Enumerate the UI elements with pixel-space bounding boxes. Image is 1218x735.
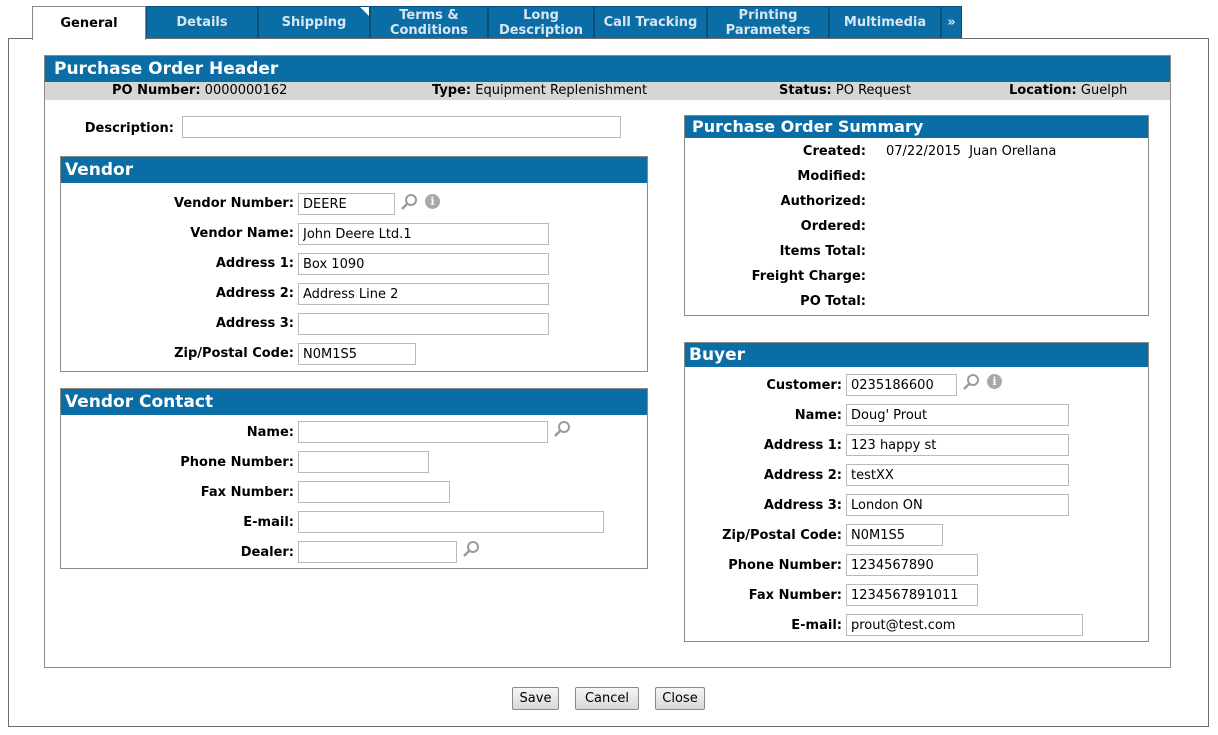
- buyer-email-label: E-mail:: [791, 618, 842, 633]
- summary-po-total-label: PO Total:: [800, 294, 866, 309]
- summary-items-total-label: Items Total:: [779, 244, 866, 259]
- tab-label: Multimedia: [843, 15, 927, 30]
- vendor-search-icon[interactable]: [400, 193, 418, 211]
- vendor-zip-input[interactable]: [298, 343, 416, 365]
- tab-label: Terms & Conditions: [389, 7, 469, 38]
- tab-label: Call Tracking: [603, 15, 698, 30]
- tab-call-tracking[interactable]: Call Tracking: [594, 6, 707, 38]
- contact-phone-label: Phone Number:: [180, 455, 294, 470]
- buyer-title: Buyer: [685, 343, 1148, 367]
- buyer-zip-label: Zip/Postal Code:: [722, 528, 842, 543]
- contact-phone-input[interactable]: [298, 451, 429, 473]
- buyer-address3-label: Address 3:: [763, 498, 842, 513]
- contact-fax-input[interactable]: [298, 481, 450, 503]
- close-button[interactable]: Close: [655, 687, 705, 710]
- po-type: Type: Equipment Replenishment: [432, 83, 648, 98]
- summary-authorized-label: Authorized:: [780, 194, 866, 209]
- po-number: PO Number: 0000000162: [112, 83, 288, 98]
- vendor-address2-label: Address 2:: [215, 286, 294, 301]
- contact-dealer-label: Dealer:: [240, 545, 294, 560]
- tab-details[interactable]: Details: [146, 6, 258, 38]
- tab-corner-fold: [360, 7, 369, 16]
- summary-created-value: 07/22/2015 Juan Orellana: [886, 144, 1057, 159]
- buyer-zip-input[interactable]: [846, 524, 943, 546]
- buyer-name-input[interactable]: [846, 404, 1069, 426]
- buyer-name-label: Name:: [794, 408, 842, 423]
- tab-long-description[interactable]: Long Description: [488, 6, 594, 38]
- vendor-name-label: Vendor Name:: [190, 226, 294, 241]
- summary-title: Purchase Order Summary: [685, 116, 1148, 138]
- save-button[interactable]: Save: [512, 687, 559, 710]
- contact-email-input[interactable]: [298, 511, 604, 533]
- buyer-email-input[interactable]: [846, 614, 1083, 636]
- tab-general[interactable]: General: [32, 6, 146, 40]
- buyer-fax-input[interactable]: [846, 584, 978, 606]
- tab-label: »: [947, 15, 956, 30]
- buyer-customer-input[interactable]: [846, 374, 957, 396]
- description-label: Description:: [84, 121, 174, 136]
- summary-modified-label: Modified:: [797, 169, 866, 184]
- summary-created-label: Created:: [802, 144, 866, 159]
- tab-label: Long Description: [498, 7, 584, 38]
- po-header-title: Purchase Order Header: [45, 56, 1170, 82]
- buyer-phone-input[interactable]: [846, 554, 978, 576]
- vendor-address3-input[interactable]: [298, 313, 549, 335]
- buyer-address1-label: Address 1:: [763, 438, 842, 453]
- vendor-address3-label: Address 3:: [215, 316, 294, 331]
- contact-fax-label: Fax Number:: [200, 485, 294, 500]
- dealer-search-icon[interactable]: [462, 540, 480, 558]
- tab-terms-conditions[interactable]: Terms & Conditions: [370, 6, 488, 38]
- tab-more-button[interactable]: »: [941, 6, 962, 38]
- contact-search-icon[interactable]: [553, 420, 571, 438]
- tab-label: General: [60, 16, 118, 31]
- tab-multimedia[interactable]: Multimedia: [829, 6, 941, 38]
- buyer-address1-input[interactable]: [846, 434, 1069, 456]
- buyer-address3-input[interactable]: [846, 494, 1069, 516]
- vendor-address1-input[interactable]: [298, 253, 549, 275]
- tab-printing-parameters[interactable]: Printing Parameters: [707, 6, 829, 38]
- cancel-button[interactable]: Cancel: [575, 687, 639, 710]
- vendor-address1-label: Address 1:: [215, 256, 294, 271]
- customer-search-icon[interactable]: [962, 373, 980, 391]
- tab-label: Printing Parameters: [725, 7, 811, 38]
- buyer-customer-label: Customer:: [766, 378, 842, 393]
- buyer-fax-label: Fax Number:: [748, 588, 842, 603]
- contact-name-label: Name:: [246, 425, 294, 440]
- tab-shipping[interactable]: Shipping: [258, 6, 370, 38]
- vendor-title: Vendor: [61, 157, 647, 183]
- po-location: Location: Guelph: [1009, 83, 1128, 98]
- vendor-name-input[interactable]: [298, 223, 549, 245]
- vendor-contact-title: Vendor Contact: [61, 389, 647, 415]
- customer-info-icon[interactable]: i: [987, 374, 1002, 389]
- po-info-bar: PO Number: 0000000162 Type: Equipment Re…: [45, 82, 1170, 100]
- vendor-address2-input[interactable]: [298, 283, 549, 305]
- description-input[interactable]: [182, 116, 621, 138]
- tab-label: Shipping: [281, 15, 347, 30]
- tab-label: Details: [176, 15, 228, 30]
- buyer-address2-label: Address 2:: [763, 468, 842, 483]
- vendor-zip-label: Zip/Postal Code:: [174, 346, 294, 361]
- buyer-address2-input[interactable]: [846, 464, 1069, 486]
- vendor-number-input[interactable]: [298, 193, 395, 215]
- buyer-phone-label: Phone Number:: [728, 558, 842, 573]
- vendor-number-label: Vendor Number:: [173, 196, 294, 211]
- vendor-info-icon[interactable]: i: [425, 194, 440, 209]
- contact-email-label: E-mail:: [243, 515, 294, 530]
- contact-dealer-input[interactable]: [298, 541, 457, 563]
- po-status: Status: PO Request: [779, 83, 911, 98]
- contact-name-input[interactable]: [298, 421, 548, 443]
- summary-freight-label: Freight Charge:: [751, 269, 866, 284]
- summary-ordered-label: Ordered:: [800, 219, 866, 234]
